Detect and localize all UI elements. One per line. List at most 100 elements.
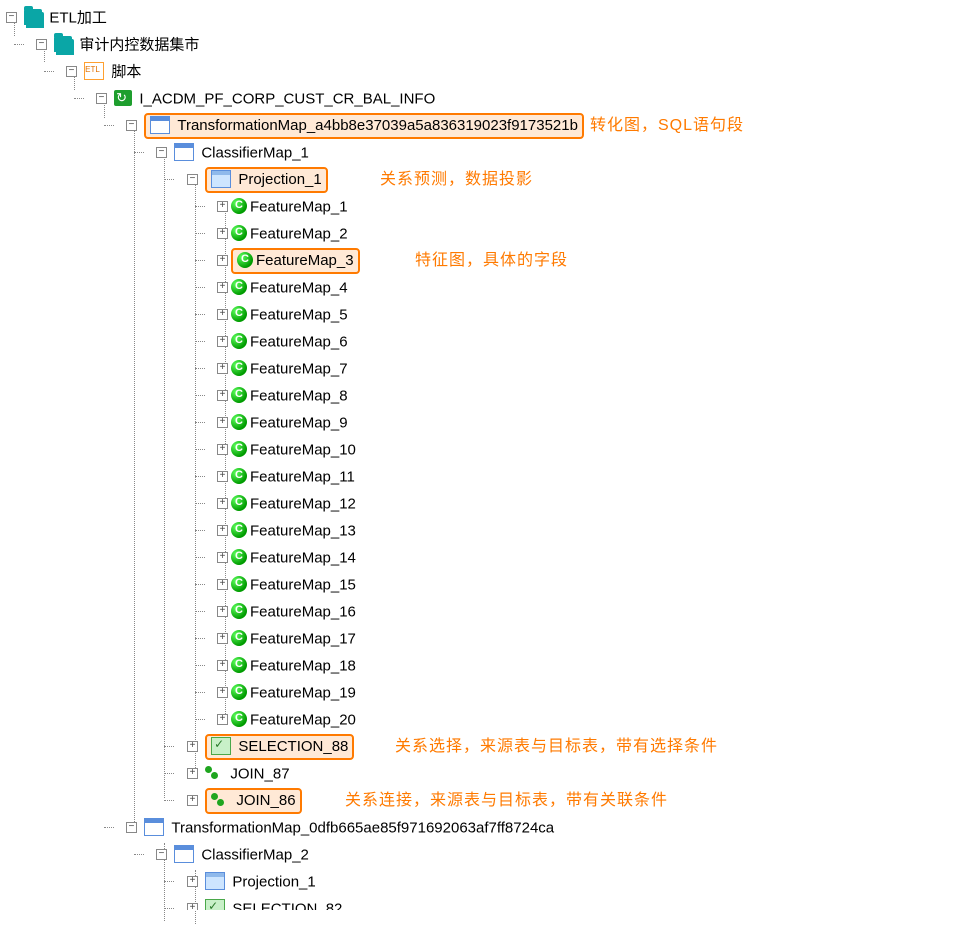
- collapse-icon[interactable]: [126, 120, 137, 131]
- tree-row[interactable]: FeatureMap_9: [0, 409, 980, 436]
- collapse-icon[interactable]: [187, 174, 198, 185]
- selection-icon: [205, 899, 225, 910]
- tree-row[interactable]: ClassifierMap_1: [0, 139, 980, 166]
- node-feature-map: FeatureMap_14: [250, 550, 356, 567]
- expand-icon[interactable]: [217, 471, 228, 482]
- node-feature-map: FeatureMap_19: [250, 685, 356, 702]
- expand-icon[interactable]: [217, 444, 228, 455]
- expand-icon[interactable]: [187, 741, 198, 752]
- expand-icon[interactable]: [217, 282, 228, 293]
- feature-map-icon: [231, 360, 247, 376]
- tree-row[interactable]: FeatureMap_18: [0, 652, 980, 679]
- expand-icon[interactable]: [217, 201, 228, 212]
- tree-row[interactable]: FeatureMap_1: [0, 193, 980, 220]
- tree-row[interactable]: ETL加工: [0, 4, 980, 31]
- tree-row[interactable]: TransformationMap_a4bb8e37039a5a83631902…: [0, 112, 980, 139]
- tree-row[interactable]: FeatureMap_19: [0, 679, 980, 706]
- tree-row[interactable]: FeatureMap_2: [0, 220, 980, 247]
- collapse-icon[interactable]: [96, 93, 107, 104]
- tree-row[interactable]: ClassifierMap_2: [0, 841, 980, 868]
- etl-script-icon: [84, 62, 104, 80]
- feature-map-icon: [231, 225, 247, 241]
- expand-icon[interactable]: [187, 795, 198, 806]
- tree-row[interactable]: FeatureMap_13: [0, 517, 980, 544]
- node-feature-map: FeatureMap_1: [250, 199, 348, 216]
- node-projection-2: Projection_1: [232, 874, 315, 891]
- tree-row[interactable]: 脚本: [0, 58, 980, 85]
- tree-row[interactable]: JOIN_86 关系连接，来源表与目标表，带有关联条件: [0, 787, 980, 814]
- projection-icon: [205, 872, 225, 890]
- folder-icon: [24, 9, 42, 25]
- feature-map-icon: [231, 549, 247, 565]
- tree-row[interactable]: FeatureMap_17: [0, 625, 980, 652]
- expand-icon[interactable]: [187, 768, 198, 779]
- node-join-87: JOIN_87: [230, 766, 289, 783]
- expand-icon[interactable]: [217, 363, 228, 374]
- collapse-icon[interactable]: [156, 849, 167, 860]
- expand-icon[interactable]: [217, 579, 228, 590]
- expand-icon[interactable]: [217, 687, 228, 698]
- join-icon: [205, 765, 223, 781]
- tree-row[interactable]: FeatureMap_12: [0, 490, 980, 517]
- expand-icon[interactable]: [187, 903, 198, 910]
- expand-icon[interactable]: [217, 498, 228, 509]
- expand-icon[interactable]: [217, 552, 228, 563]
- feature-map-icon: [237, 252, 253, 268]
- feature-map-icon: [231, 198, 247, 214]
- expand-icon[interactable]: [217, 633, 228, 644]
- expand-icon[interactable]: [217, 255, 228, 266]
- tree-row[interactable]: Projection_1 关系预测，数据投影: [0, 166, 980, 193]
- node-transformation-map-1: TransformationMap_a4bb8e37039a5a83631902…: [177, 117, 578, 134]
- node-projection-1: Projection_1: [238, 171, 321, 188]
- expand-icon[interactable]: [217, 309, 228, 320]
- feature-map-icon: [231, 387, 247, 403]
- tree-row[interactable]: SELECTION_82: [0, 895, 980, 910]
- tree-row[interactable]: FeatureMap_4: [0, 274, 980, 301]
- annotation-join: 关系连接，来源表与目标表，带有关联条件: [345, 787, 668, 814]
- collapse-icon[interactable]: [156, 147, 167, 158]
- node-feature-map: FeatureMap_8: [250, 388, 348, 405]
- feature-map-icon: [231, 279, 247, 295]
- node-feature-map: FeatureMap_9: [250, 415, 348, 432]
- feature-map-icon: [231, 684, 247, 700]
- expand-icon[interactable]: [217, 336, 228, 347]
- expand-icon[interactable]: [217, 714, 228, 725]
- collapse-icon[interactable]: [6, 12, 17, 23]
- expand-icon[interactable]: [217, 525, 228, 536]
- folder-icon: [54, 36, 72, 52]
- expand-icon[interactable]: [217, 606, 228, 617]
- tree-row[interactable]: FeatureMap_14: [0, 544, 980, 571]
- tree-row[interactable]: 审计内控数据集市: [0, 31, 980, 58]
- node-feature-map: FeatureMap_4: [250, 280, 348, 297]
- expand-icon[interactable]: [217, 228, 228, 239]
- tree-row[interactable]: FeatureMap_7: [0, 355, 980, 382]
- tree-row[interactable]: FeatureMap_5: [0, 301, 980, 328]
- node-etl-root: ETL加工: [49, 10, 107, 27]
- tree-row[interactable]: I_ACDM_PF_CORP_CUST_CR_BAL_INFO: [0, 85, 980, 112]
- tree-view: ETL加工 审计内控数据集市 脚本 I_ACDM_PF_CORP_CUST_CR…: [0, 0, 980, 934]
- collapse-icon[interactable]: [36, 39, 47, 50]
- tree-row[interactable]: JOIN_87: [0, 760, 980, 787]
- tree-row[interactable]: FeatureMap_20: [0, 706, 980, 733]
- tree-row[interactable]: FeatureMap_16: [0, 598, 980, 625]
- feature-map-icon: [231, 657, 247, 673]
- tree-row[interactable]: SELECTION_88 关系选择，来源表与目标表，带有选择条件: [0, 733, 980, 760]
- expand-icon[interactable]: [217, 660, 228, 671]
- tree-row[interactable]: FeatureMap_8: [0, 382, 980, 409]
- feature-map-icon: [231, 306, 247, 322]
- tree-row[interactable]: FeatureMap_10: [0, 436, 980, 463]
- tree-row[interactable]: FeatureMap_6: [0, 328, 980, 355]
- collapse-icon[interactable]: [66, 66, 77, 77]
- expand-icon[interactable]: [217, 417, 228, 428]
- tree-row[interactable]: Projection_1: [0, 868, 980, 895]
- expand-icon[interactable]: [217, 390, 228, 401]
- tree-row[interactable]: FeatureMap_11: [0, 463, 980, 490]
- tree-row[interactable]: FeatureMap_15: [0, 571, 980, 598]
- expand-icon[interactable]: [187, 876, 198, 887]
- tree-row[interactable]: TransformationMap_0dfb665ae85f971692063a…: [0, 814, 980, 841]
- node-feature-map: FeatureMap_2: [250, 226, 348, 243]
- annotation-feature-map: 特征图，具体的字段: [415, 247, 568, 274]
- tree-row[interactable]: FeatureMap_3特征图，具体的字段: [0, 247, 980, 274]
- feature-map-icon: [231, 576, 247, 592]
- collapse-icon[interactable]: [126, 822, 137, 833]
